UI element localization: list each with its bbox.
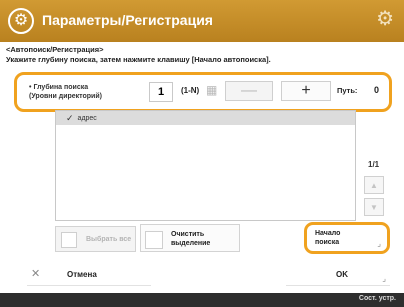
scroll-down-button[interactable]: ▼ bbox=[364, 198, 384, 216]
title-bar: ⚙ Параметры/Регистрация ⚙ bbox=[0, 0, 404, 42]
keypad-icon[interactable]: ▦ bbox=[206, 84, 218, 96]
folder-tree[interactable]: ✓ адрес bbox=[55, 110, 356, 221]
search-depth-input[interactable]: 1 bbox=[149, 82, 173, 102]
cancel-label: Отмена bbox=[67, 270, 97, 279]
tree-item[interactable]: ✓ адрес bbox=[56, 111, 355, 125]
checkbox-icon bbox=[145, 231, 163, 249]
clear-selection-line1: Очистить bbox=[171, 231, 205, 238]
path-value: 0 bbox=[374, 85, 380, 95]
clear-selection-label: Очистить выделение bbox=[171, 230, 210, 248]
page-indicator: 1/1 bbox=[368, 160, 380, 169]
cancel-button[interactable]: ✕ Отмена bbox=[27, 264, 151, 286]
search-depth-range: (1-N) bbox=[181, 86, 200, 95]
search-depth-panel: • Глубина поиска (Уровни директорий) 1 (1… bbox=[14, 72, 392, 112]
breadcrumb: <Автопоиск/Регистрация> bbox=[6, 45, 104, 54]
search-depth-label-line1: Глубина поиска bbox=[33, 84, 89, 91]
gear-icon[interactable]: ⚙ bbox=[376, 9, 394, 29]
corner-arrow-icon: ⌟ bbox=[377, 239, 381, 248]
device-status-button[interactable]: Сост. устр. bbox=[359, 295, 396, 302]
start-search-button[interactable]: Начало поиска ⌟ bbox=[304, 222, 390, 254]
checkmark-icon: ✓ bbox=[66, 112, 74, 123]
status-bar: Сост. устр. bbox=[0, 293, 404, 307]
search-depth-label-line2: (Уровни директорий) bbox=[29, 93, 102, 100]
close-icon: ✕ bbox=[31, 268, 41, 280]
bullet-icon: • bbox=[29, 84, 32, 91]
start-search-line2: поиска bbox=[315, 239, 340, 246]
decrease-button[interactable]: — bbox=[225, 81, 273, 101]
instruction-text: Укажите глубину поиска, затем нажмите кл… bbox=[6, 55, 271, 64]
checkbox-icon bbox=[61, 232, 77, 248]
ok-button[interactable]: OK ⌟ bbox=[286, 264, 390, 286]
clear-selection-button[interactable]: Очистить выделение bbox=[140, 224, 240, 252]
corner-arrow-icon: ⌟ bbox=[382, 274, 386, 283]
search-depth-label: • Глубина поиска (Уровни директорий) bbox=[29, 83, 102, 101]
clear-selection-line2: выделение bbox=[171, 240, 211, 247]
increase-button[interactable]: + bbox=[281, 81, 331, 101]
ok-label: OK bbox=[336, 270, 348, 279]
select-all-button[interactable]: Выбрать все bbox=[55, 226, 136, 252]
path-label: Путь: bbox=[337, 86, 358, 95]
start-search-label: Начало поиска bbox=[315, 229, 340, 247]
start-search-line1: Начало bbox=[315, 230, 341, 237]
select-all-label: Выбрать все bbox=[86, 236, 132, 243]
scroll-up-button[interactable]: ▲ bbox=[364, 176, 384, 194]
settings-circle-icon: ⚙ bbox=[8, 8, 34, 34]
page-title: Параметры/Регистрация bbox=[42, 12, 213, 28]
tree-item-label: адрес bbox=[77, 114, 97, 122]
